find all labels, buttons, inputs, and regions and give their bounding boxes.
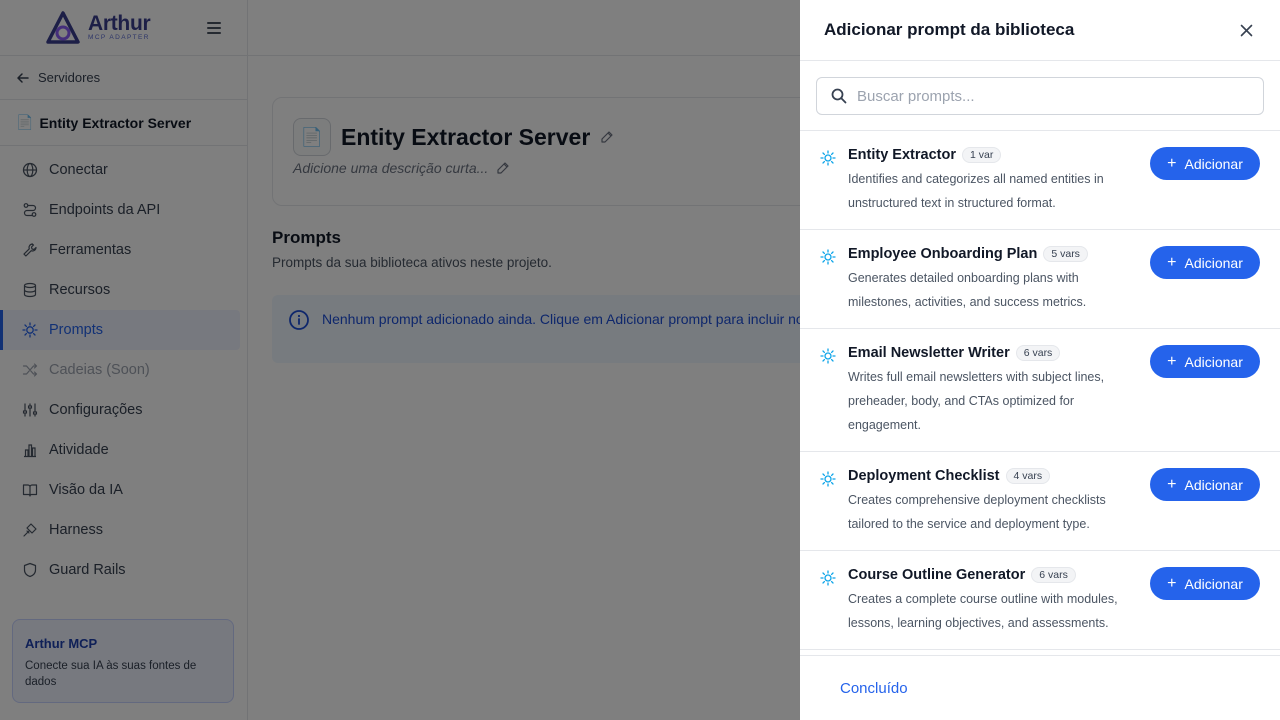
list-item: Course Outline Generator 6 vars Creates … [800,551,1280,650]
add-button-label: Adicionar [1184,353,1243,370]
done-button[interactable]: Concluído [840,680,908,697]
variable-count-badge: 5 vars [1043,246,1088,262]
plus-icon: + [1167,154,1177,172]
lightbulb-icon [820,249,836,265]
plus-icon: + [1167,475,1177,493]
add-button-label: Adicionar [1184,254,1243,271]
add-prompt-drawer: Adicionar prompt da biblioteca Entity Ex… [800,0,1280,720]
plus-icon: + [1167,574,1177,592]
search-icon [831,88,847,104]
plus-icon: + [1167,352,1177,370]
add-prompt-button[interactable]: + Adicionar [1150,147,1260,180]
prompt-name: Entity Extractor [848,147,956,163]
plus-icon: + [1167,253,1177,271]
add-prompt-button[interactable]: + Adicionar [1150,345,1260,378]
lightbulb-icon [820,348,836,364]
add-prompt-button[interactable]: + Adicionar [1150,246,1260,279]
drawer-title: Adicionar prompt da biblioteca [824,20,1075,39]
prompt-description: Generates detailed onboarding plans with… [848,271,1087,309]
prompt-description: Creates a complete course outline with m… [848,592,1118,630]
prompt-name: Course Outline Generator [848,567,1026,583]
lightbulb-icon [820,570,836,586]
variable-count-badge: 6 vars [1015,345,1061,361]
lightbulb-icon [820,471,836,487]
prompt-name: Email Newsletter Writer [848,345,1010,361]
prompt-description: Creates comprehensive deployment checkli… [848,493,1106,531]
prompt-name: Employee Onboarding Plan [848,246,1038,262]
add-prompt-button[interactable]: + Adicionar [1150,468,1260,501]
add-prompt-button[interactable]: + Adicionar [1150,567,1260,600]
add-button-label: Adicionar [1184,476,1243,493]
drawer-header: Adicionar prompt da biblioteca [800,0,1280,61]
close-icon[interactable] [1236,20,1256,40]
drawer-footer: Concluído [800,655,1280,720]
variable-count-badge: 4 vars [1005,468,1051,484]
prompt-name: Deployment Checklist [848,468,1000,484]
prompt-description: Identifies and categorizes all named ent… [848,172,1104,210]
add-button-label: Adicionar [1184,575,1243,592]
variable-count-badge: 1 var [961,147,1002,163]
add-button-label: Adicionar [1184,155,1243,172]
variable-count-badge: 6 vars [1031,567,1076,583]
list-item: Entity Extractor 1 var Identifies and ca… [800,131,1280,230]
search-box [816,77,1264,115]
list-item: Employee Onboarding Plan 5 vars Generate… [800,230,1280,329]
list-item: Deployment Checklist 4 vars Creates comp… [800,452,1280,551]
list-item: Email Newsletter Writer 6 vars Writes fu… [800,329,1280,452]
prompt-list: Entity Extractor 1 var Identifies and ca… [800,131,1280,655]
lightbulb-icon [820,150,836,166]
search-section [800,61,1280,131]
search-input[interactable] [857,87,1263,105]
prompt-description: Writes full email newsletters with subje… [848,370,1105,432]
